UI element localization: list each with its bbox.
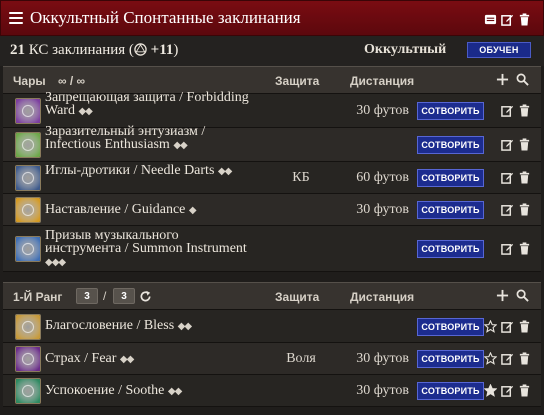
defense-column-header: Защита [275, 74, 320, 88]
spell-range: 60 футов [356, 170, 409, 185]
spell-dc-label: КС заклинания [28, 42, 126, 58]
spell-row[interactable]: Страх / Fear ◆◆ Воля 30 футов СОТВОРИТЬ [3, 343, 541, 375]
spell-name[interactable]: Запрещающая защита / Forbidding Ward ◆◆ [45, 90, 255, 118]
defense-column-header-rank1: Защита [275, 290, 320, 304]
spell-row[interactable]: Успокоение / Soothe ◆◆ 30 футов СОТВОРИТЬ [3, 375, 541, 407]
proficiency-badge[interactable]: ОБУЧЕН [467, 42, 531, 58]
spell-defense: КБ [292, 170, 310, 185]
action-cost-icon: ◆◆ [173, 139, 187, 151]
search-icon[interactable] [516, 73, 529, 86]
spell-attack-value: +11 [150, 42, 174, 58]
spell-row[interactable]: Благословение / Bless ◆◆ СОТВОРИТЬ [3, 310, 541, 343]
cantrips-uses: ∞ / ∞ [58, 74, 86, 88]
edit-icon[interactable] [501, 352, 514, 365]
cast-spell-button[interactable]: СОТВОРИТЬ [417, 102, 484, 120]
spell-row[interactable]: Наставление / Guidance ◆ 30 футов СОТВОРИТ… [3, 194, 541, 226]
spell-defense: Воля [286, 351, 316, 366]
needle-darts-icon [15, 165, 41, 191]
rank1-label: 1-Й Ранг [13, 290, 63, 304]
cantrips-label: Чары [13, 74, 46, 88]
action-cost-icon: ◆◆ [167, 385, 182, 397]
cast-spell-button[interactable]: СОТВОРИТЬ [417, 169, 484, 187]
spellcasting-entry-titlebar: Оккультный Спонтанные заклинания [0, 0, 544, 36]
action-cost-icon: ◆◆ [78, 105, 92, 117]
entry-title: Оккультный Спонтанные заклинания [30, 8, 301, 27]
add-spell-icon[interactable] [496, 289, 509, 302]
delete-icon[interactable] [518, 352, 531, 365]
cast-spell-button[interactable]: СОТВОРИТЬ [417, 350, 484, 368]
spell-name[interactable]: Иглы-дротики / Needle Darts ◆◆ [45, 164, 255, 178]
spell-row[interactable]: Заразительный энтузиазм / Infectious Ent… [3, 124, 541, 162]
delete-icon[interactable] [518, 138, 531, 151]
spell-name[interactable]: Страх / Fear ◆◆ [45, 351, 255, 366]
search-icon[interactable] [516, 289, 529, 302]
rank1-spell-list: Благословение / Bless ◆◆ СОТВОРИТЬ Страх /… [3, 310, 541, 407]
bless-icon [15, 313, 41, 340]
spell-row[interactable]: Призыв музыкального инструмента / Summon… [3, 226, 541, 272]
edit-icon[interactable] [501, 203, 514, 216]
delete-icon[interactable] [518, 171, 531, 184]
edit-icon[interactable] [501, 13, 514, 26]
cast-spell-button[interactable]: СОТВОРИТЬ [417, 240, 484, 258]
delete-icon[interactable] [518, 319, 531, 333]
spell-name[interactable]: Наставление / Guidance ◆ [45, 202, 255, 217]
reset-slots-icon[interactable] [139, 290, 152, 303]
spell-range: 30 футов [356, 351, 409, 366]
spell-name[interactable]: Призыв музыкального инструмента / Summon… [45, 228, 255, 269]
delete-icon[interactable] [518, 13, 531, 26]
cantrip-list: Запрещающая защита / Forbidding Ward ◆◆ 3… [3, 90, 541, 272]
spellcasting-stats: 21 КС заклинания ( +11) Оккультный ОБУЧЕ… [0, 36, 544, 66]
star-icon[interactable] [484, 352, 497, 365]
action-cost-icon: ◆◆ [217, 166, 232, 177]
attack-close: ) [173, 42, 179, 58]
edit-icon[interactable] [501, 384, 514, 397]
menu-icon[interactable] [9, 12, 23, 24]
slots-max-input[interactable]: 3 [113, 288, 135, 304]
delete-icon[interactable] [518, 384, 531, 397]
delete-icon[interactable] [518, 242, 531, 255]
add-spell-icon[interactable] [496, 73, 509, 86]
delete-icon[interactable] [518, 104, 531, 117]
cast-spell-button[interactable]: СОТВОРИТЬ [417, 317, 484, 336]
soothe-icon [15, 378, 41, 404]
spell-range: 30 футов [356, 103, 409, 118]
spell-name[interactable]: Заразительный энтузиазм / Infectious Ent… [45, 124, 255, 152]
spell-name[interactable]: Благословение / Bless ◆◆ [45, 319, 255, 333]
spell-dc-value: 21 [10, 42, 25, 58]
cast-spell-button[interactable]: СОТВОРИТЬ [417, 382, 484, 400]
range-column-header: Дистанция [350, 74, 415, 88]
infectious-enthusiasm-icon [15, 132, 41, 158]
fear-icon [15, 346, 41, 372]
edit-icon[interactable] [501, 242, 514, 255]
edit-icon[interactable] [501, 320, 514, 333]
summon-instrument-icon [15, 236, 41, 262]
delete-icon[interactable] [518, 203, 531, 216]
spell-row[interactable]: Иглы-дротики / Needle Darts ◆◆ КБ 60 футов… [3, 162, 541, 194]
cast-spell-button[interactable]: СОТВОРИТЬ [417, 201, 484, 219]
rank1-header: 1-Й Ранг 3 / 3 Защита Дистанция [3, 282, 541, 310]
slots-current-input[interactable]: 3 [76, 288, 98, 304]
tradition-label: Оккультный [364, 42, 447, 57]
preview-icon[interactable] [484, 13, 497, 26]
star-filled-icon[interactable] [484, 384, 497, 397]
guidance-icon [15, 197, 41, 223]
spell-dc: 21 КС заклинания ( +11) [10, 42, 178, 59]
action-cost-icon: ◆ [188, 204, 197, 216]
cast-spell-button[interactable]: СОТВОРИТЬ [417, 136, 484, 154]
action-cost-icon: ◆◆ [119, 353, 134, 365]
star-icon[interactable] [484, 319, 497, 333]
d20-icon[interactable] [134, 43, 147, 56]
action-cost-icon: ◆◆ [177, 321, 192, 332]
range-column-header-rank1: Дистанция [350, 290, 415, 304]
slots-separator: / [103, 289, 107, 303]
edit-icon[interactable] [501, 171, 514, 184]
spell-name[interactable]: Успокоение / Soothe ◆◆ [45, 383, 255, 398]
edit-icon[interactable] [501, 104, 514, 117]
edit-icon[interactable] [501, 138, 514, 151]
spell-range: 30 футов [356, 383, 409, 398]
action-cost-icon: ◆◆◆ [45, 256, 66, 268]
forbidding-ward-icon [15, 98, 41, 124]
spell-range: 30 футов [356, 202, 409, 217]
